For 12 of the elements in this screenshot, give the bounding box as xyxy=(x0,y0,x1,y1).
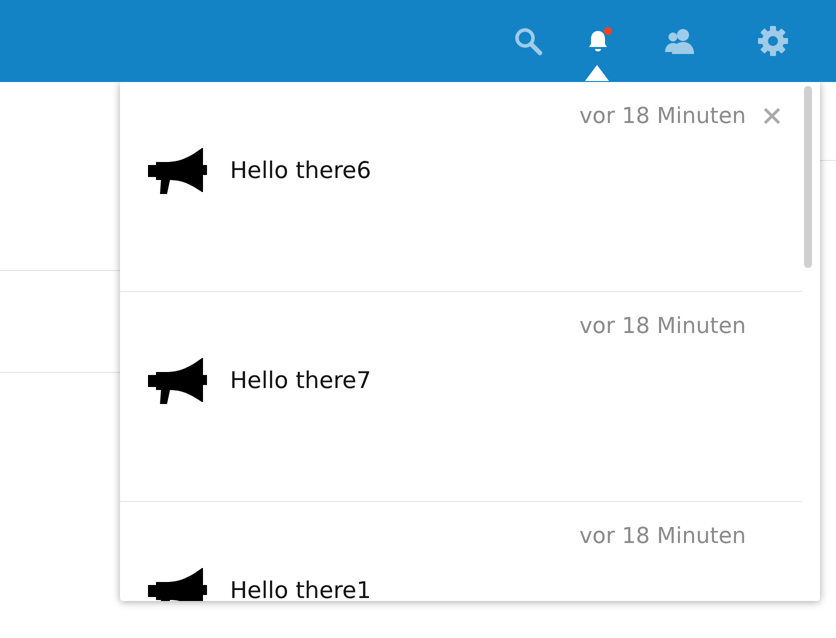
megaphone-icon xyxy=(148,147,208,195)
notification-time: vor 18 Minuten xyxy=(579,314,746,338)
notification-message: Hello there6 xyxy=(230,158,372,184)
megaphone-icon xyxy=(148,567,208,601)
megaphone-icon xyxy=(148,357,208,405)
settings-icon xyxy=(757,25,789,57)
notification-message: Hello there7 xyxy=(230,368,372,394)
notification-message: Hello there1 xyxy=(230,578,372,601)
notification-time: vor 18 Minuten xyxy=(579,104,746,128)
notification-time: vor 18 Minuten xyxy=(579,524,746,548)
search-icon xyxy=(513,26,543,56)
contacts-icon xyxy=(663,26,697,56)
